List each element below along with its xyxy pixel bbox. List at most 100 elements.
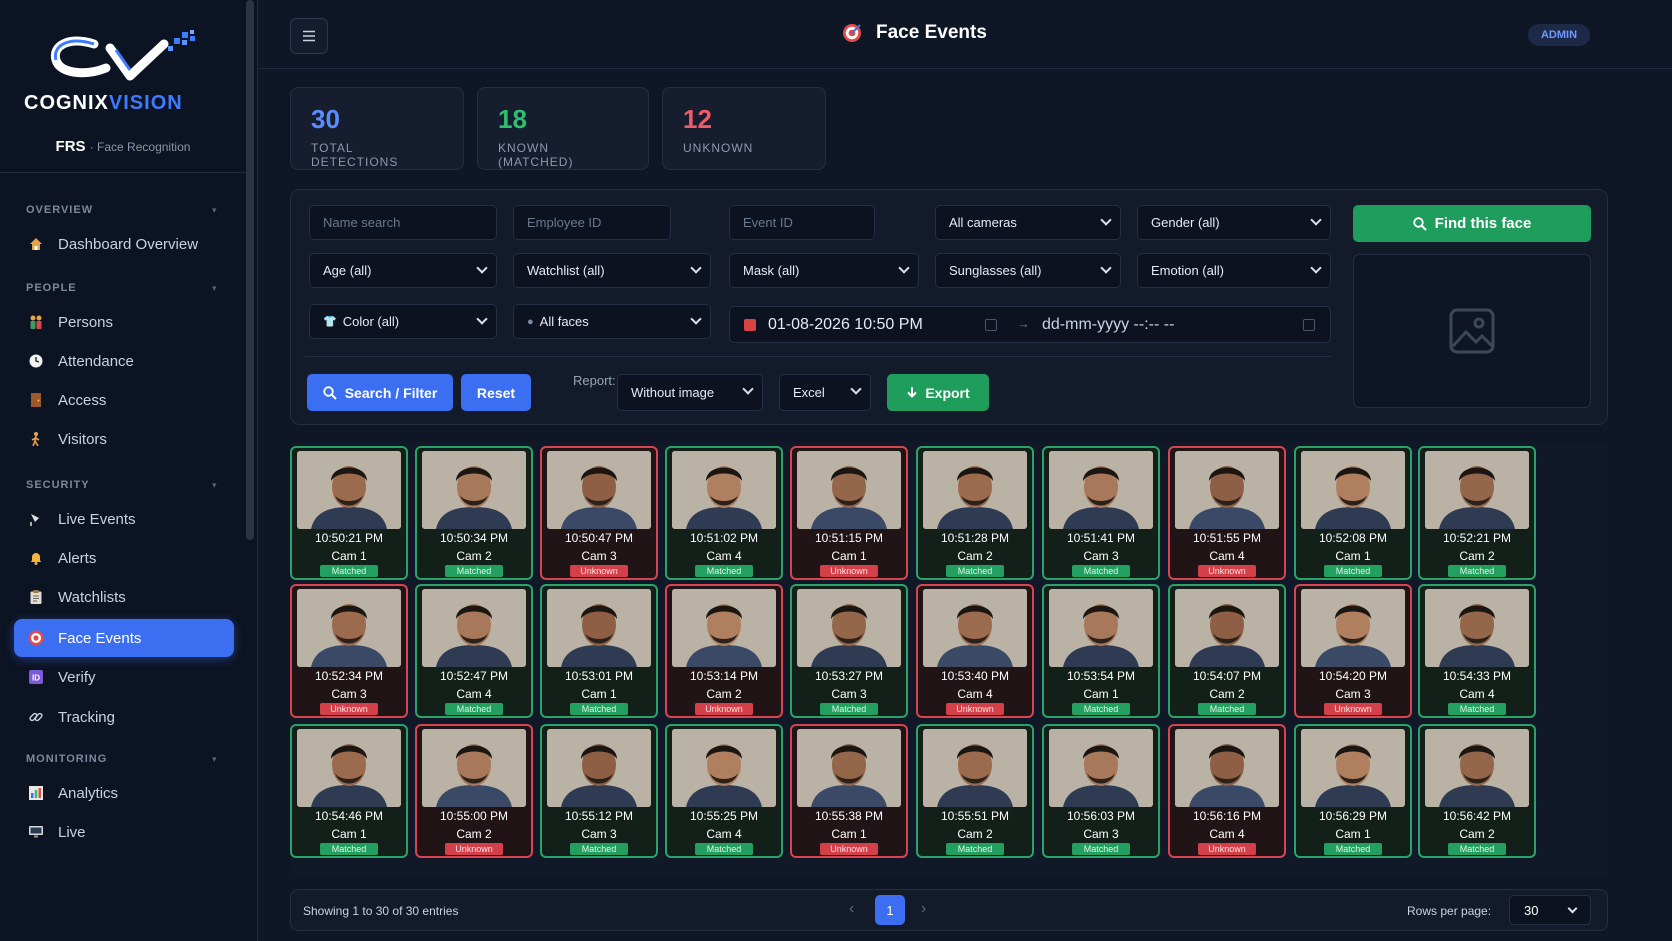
export-button[interactable]: Export [887,374,989,411]
sidebar-item-tracking[interactable]: Tracking [14,698,234,736]
sidebar-item-analytics[interactable]: Analytics [14,774,234,812]
export-format-select[interactable]: Excel [779,374,871,411]
sidebar-divider [0,172,246,173]
sidebar-item-live-events[interactable]: Live Events [14,500,234,538]
event-camera: Cam 3 [1083,827,1119,841]
face-image-dropzone[interactable] [1353,254,1591,408]
section-monitoring: MONITORING [26,753,108,765]
face-event-card[interactable]: 10:52:34 PM Cam 3 Unknown [290,584,408,718]
face-event-card[interactable]: 10:50:34 PM Cam 2 Matched [415,446,533,580]
emotion-select[interactable]: Emotion (all) [1137,253,1331,288]
face-event-card[interactable]: 10:51:28 PM Cam 2 Matched [916,446,1034,580]
sidebar-item-watchlists[interactable]: Watchlists [14,578,234,616]
face-event-card[interactable]: 10:52:47 PM Cam 4 Matched [415,584,533,718]
face-event-card[interactable]: 10:50:21 PM Cam 1 Matched [290,446,408,580]
face-event-card[interactable]: 10:51:55 PM Cam 4 Unknown [1168,446,1286,580]
report-type-select[interactable]: Without image [617,374,763,411]
event-camera: Cam 2 [706,687,742,701]
face-event-card[interactable]: 10:54:46 PM Cam 1 Matched [290,724,408,858]
status-badge: Unknown [1324,703,1382,715]
sidebar-item-persons[interactable]: Persons [14,303,234,341]
face-event-card[interactable]: 10:56:16 PM Cam 4 Unknown [1168,724,1286,858]
face-thumbnail [1301,729,1405,807]
face-event-card[interactable]: 10:51:02 PM Cam 4 Matched [665,446,783,580]
gender-select[interactable]: Gender (all) [1137,205,1331,240]
chevron-right-icon[interactable]: › [921,900,926,918]
sidebar-item-verify[interactable]: ID Verify [14,658,234,696]
status-badge: Matched [445,703,503,715]
face-event-card[interactable]: 10:56:29 PM Cam 1 Matched [1294,724,1412,858]
chevron-left-icon[interactable]: ‹ [849,900,854,918]
sidebar-item-label: Analytics [58,784,119,802]
reset-button[interactable]: Reset [461,374,531,411]
calendar-picker-icon[interactable] [1303,319,1315,331]
menu-button[interactable] [290,18,328,54]
mask-select[interactable]: Mask (all) [729,253,919,288]
face-thumbnail [297,589,401,667]
face-event-card[interactable]: 10:53:01 PM Cam 1 Matched [540,584,658,718]
event-time: 10:50:21 PM [314,531,384,545]
sidebar-item-visitors[interactable]: Visitors [14,420,234,458]
name-search-input[interactable]: Name search [309,205,497,240]
watchlist-select[interactable]: Watchlist (all) [513,253,711,288]
face-event-card[interactable]: 10:50:47 PM Cam 3 Unknown [540,446,658,580]
face-event-card[interactable]: 10:55:00 PM Cam 2 Unknown [415,724,533,858]
link-icon [28,709,44,725]
date-to-input[interactable]: dd-mm-yyyy --:-- -- [1042,316,1174,334]
date-from-input[interactable]: 01-08-2026 10:50 PM [768,316,923,334]
status-badge: Unknown [820,565,878,577]
event-time: 10:53:54 PM [1066,669,1136,683]
sidebar-item-alerts[interactable]: Alerts [14,539,234,577]
chevron-down-icon [1310,214,1322,226]
face-event-card[interactable]: 10:53:14 PM Cam 2 Unknown [665,584,783,718]
section-overview-toggle[interactable]: ▾ [212,205,217,216]
age-select[interactable]: Age (all) [309,253,497,288]
search-filter-button[interactable]: Search / Filter [307,374,453,411]
section-monitoring-toggle[interactable]: ▾ [212,754,217,765]
face-event-card[interactable]: 10:56:03 PM Cam 3 Matched [1042,724,1160,858]
face-event-card[interactable]: 10:51:15 PM Cam 1 Unknown [790,446,908,580]
sidebar-item-attendance[interactable]: Attendance [14,342,234,380]
face-event-card[interactable]: 10:51:41 PM Cam 3 Matched [1042,446,1160,580]
face-event-card[interactable]: 10:54:07 PM Cam 2 Matched [1168,584,1286,718]
employee-id-input[interactable]: Employee ID [513,205,671,240]
section-people-toggle[interactable]: ▾ [212,283,217,294]
face-event-card[interactable]: 10:55:38 PM Cam 1 Unknown [790,724,908,858]
find-this-face-button[interactable]: Find this face [1353,205,1591,242]
camera-select[interactable]: All cameras [935,205,1121,240]
event-time: 10:55:25 PM [689,809,759,823]
gender-select-value: Gender (all) [1151,215,1220,230]
status-badge: Unknown [946,703,1004,715]
face-event-card[interactable]: 10:53:40 PM Cam 4 Unknown [916,584,1034,718]
face-event-card[interactable]: 10:55:25 PM Cam 4 Matched [665,724,783,858]
face-event-card[interactable]: 10:54:33 PM Cam 4 Matched [1418,584,1536,718]
face-event-card[interactable]: 10:52:21 PM Cam 2 Matched [1418,446,1536,580]
event-camera: Cam 4 [1209,549,1245,563]
face-event-card[interactable]: 10:56:42 PM Cam 2 Matched [1418,724,1536,858]
sidebar-item-live[interactable]: Live [14,813,234,851]
sidebar-item-face-events[interactable]: Face Events [14,619,234,657]
rows-per-page-select[interactable]: 30 [1509,895,1591,925]
face-event-card[interactable]: 10:55:12 PM Cam 3 Matched [540,724,658,858]
event-id-input[interactable]: Event ID [729,205,875,240]
face-event-card[interactable]: 10:54:20 PM Cam 3 Unknown [1294,584,1412,718]
page-button-current[interactable]: 1 [875,895,905,925]
faces-select[interactable]: ● All faces [513,304,711,339]
face-event-card[interactable]: 10:52:08 PM Cam 1 Matched [1294,446,1412,580]
sidebar-item-dashboard-overview[interactable]: Dashboard Overview [14,225,234,263]
app-name: FRS · Face Recognition [55,138,191,155]
status-badge: Matched [1198,703,1256,715]
sidebar-scrollbar[interactable] [246,0,254,540]
face-event-card[interactable]: 10:53:54 PM Cam 1 Matched [1042,584,1160,718]
color-select[interactable]: 👕 Color (all) [309,304,497,339]
face-event-card[interactable]: 10:53:27 PM Cam 3 Matched [790,584,908,718]
stat-value: 18 [498,104,527,134]
sidebar-item-access[interactable]: Access [14,381,234,419]
face-event-card[interactable]: 10:55:51 PM Cam 2 Matched [916,724,1034,858]
section-security-toggle[interactable]: ▾ [212,480,217,491]
event-time: 10:56:03 PM [1066,809,1136,823]
status-badge: Matched [570,703,628,715]
calendar-picker-icon[interactable] [985,319,997,331]
find-this-face-label: Find this face [1434,215,1532,232]
sunglasses-select[interactable]: Sunglasses (all) [935,253,1121,288]
